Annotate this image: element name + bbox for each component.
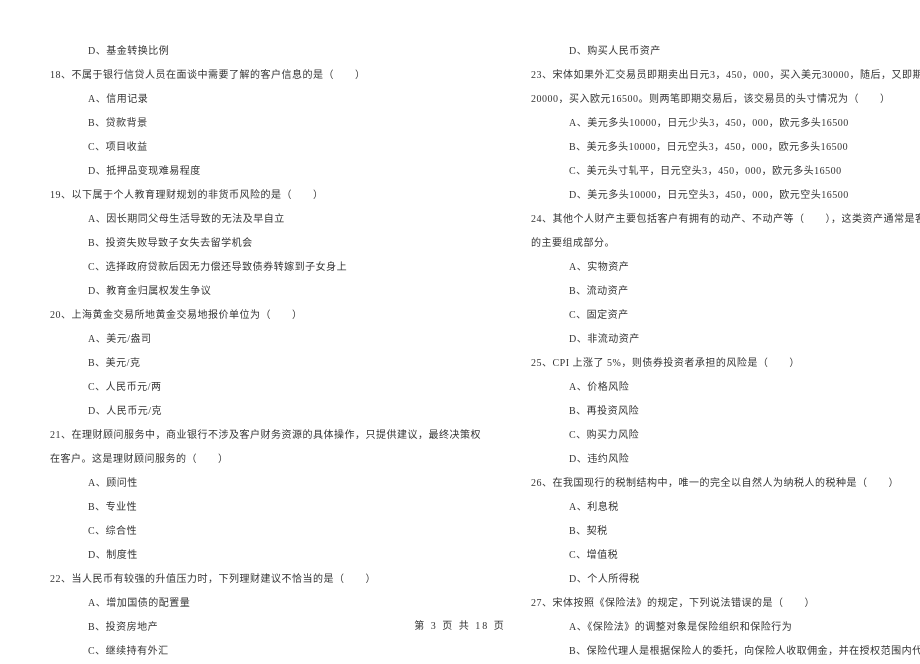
page-footer: 第 3 页 共 18 页 [0,617,920,632]
answer-option: B、专业性 [50,496,481,520]
answer-option: C、项目收益 [50,136,481,160]
answer-option: C、购买力风险 [531,424,920,448]
answer-option: D、美元多头10000，日元空头3，450，000，欧元空头16500 [531,184,920,208]
answer-option: B、再投资风险 [531,400,920,424]
answer-option: A、利息税 [531,496,920,520]
answer-option: B、美元/克 [50,352,481,376]
answer-option: B、保险代理人是根据保险人的委托，向保险人收取佣金，并在授权范围内代为办理保险业 [531,640,920,664]
answer-option: B、契税 [531,520,920,544]
document-page: D、基金转换比例18、不属于银行信贷人员在面谈中需要了解的客户信息的是（ ）A、… [0,0,920,620]
answer-option: A、价格风险 [531,376,920,400]
continuation-text: 的主要组成部分。 [531,232,920,256]
question-text: 27、宋体按照《保险法》的规定，下列说法错误的是（ ） [531,592,920,616]
answer-option: A、顾问性 [50,472,481,496]
answer-option: A、美元多头10000，日元少头3，450，000，欧元多头16500 [531,112,920,136]
answer-option: D、抵押品变现难易程度 [50,160,481,184]
answer-option: A、实物资产 [531,256,920,280]
answer-option: D、个人所得税 [531,568,920,592]
question-text: 21、在理财顾问服务中，商业银行不涉及客户财务资源的具体操作，只提供建议，最终决… [50,424,481,448]
question-text: 19、以下属于个人教育理财规划的非货币风险的是（ ） [50,184,481,208]
answer-option: B、贷款背景 [50,112,481,136]
answer-option: C、选择政府贷款后因无力偿还导致债券转嫁到子女身上 [50,256,481,280]
answer-option: C、综合性 [50,520,481,544]
answer-option: D、购买人民币资产 [531,40,920,64]
answer-option: D、基金转换比例 [50,40,481,64]
answer-option: B、流动资产 [531,280,920,304]
continuation-text: 20000，买入欧元16500。则两笔即期交易后，该交易员的头寸情况为（ ） [531,88,920,112]
answer-option: C、人民币元/两 [50,376,481,400]
answer-option: D、非流动资产 [531,328,920,352]
answer-option: C、增值税 [531,544,920,568]
answer-option: D、制度性 [50,544,481,568]
right-column: D、购买人民币资产23、宋体如果外汇交易员即期卖出日元3，450，000，买入美… [506,40,920,590]
question-text: 23、宋体如果外汇交易员即期卖出日元3，450，000，买入美元30000，随后… [531,64,920,88]
answer-option: A、因长期同父母生活导致的无法及早自立 [50,208,481,232]
answer-option: D、教育金归属权发生争议 [50,280,481,304]
question-text: 20、上海黄金交易所地黄金交易地报价单位为（ ） [50,304,481,328]
question-text: 22、当人民币有较强的升值压力时，下列理财建议不恰当的是（ ） [50,568,481,592]
question-text: 18、不属于银行信贷人员在面谈中需要了解的客户信息的是（ ） [50,64,481,88]
question-text: 24、其他个人财产主要包括客户有拥有的动产、不动产等（ ），这类资产通常是客户资… [531,208,920,232]
answer-option: B、美元多头10000，日元空头3，450，000，欧元多头16500 [531,136,920,160]
answer-option: D、违约风险 [531,448,920,472]
answer-option: D、人民币元/克 [50,400,481,424]
left-column: D、基金转换比例18、不属于银行信贷人员在面谈中需要了解的客户信息的是（ ）A、… [40,40,506,590]
answer-option: C、固定资产 [531,304,920,328]
answer-option: A、增加国债的配置量 [50,592,481,616]
question-text: 26、在我国现行的税制结构中，唯一的完全以自然人为纳税人的税种是（ ） [531,472,920,496]
answer-option: A、信用记录 [50,88,481,112]
answer-option: A、美元/盎司 [50,328,481,352]
answer-option: C、继续持有外汇 [50,640,481,664]
answer-option: B、投资失败导致子女失去留学机会 [50,232,481,256]
continuation-text: 在客户。这是理财顾问服务的（ ） [50,448,481,472]
question-text: 25、CPI 上涨了 5%，则债券投资者承担的风险是（ ） [531,352,920,376]
answer-option: C、美元头寸轧平，日元空头3，450，000，欧元多头16500 [531,160,920,184]
